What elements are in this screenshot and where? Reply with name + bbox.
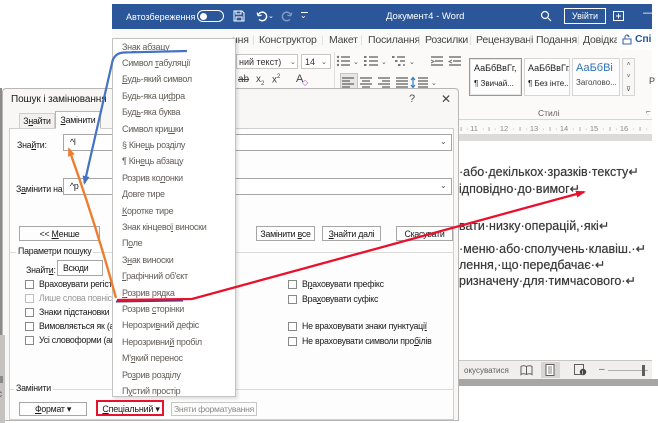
svg-text:⌄: ⌄ bbox=[381, 59, 387, 66]
svg-text:i: i bbox=[582, 370, 583, 376]
svg-text:⌄: ⌄ bbox=[431, 80, 437, 87]
svg-text:⌄: ⌄ bbox=[353, 59, 359, 66]
svg-text:⌄: ⌄ bbox=[409, 59, 415, 66]
